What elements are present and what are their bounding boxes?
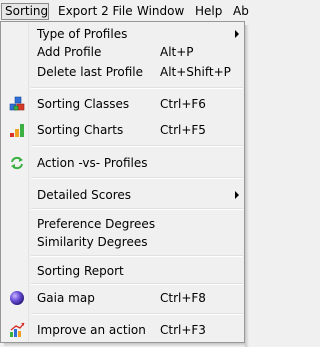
- sorting-dropdown-menu: Type of Profiles Add Profile Alt+P Delet…: [0, 21, 245, 343]
- menu-item-label: Delete last Profile: [37, 65, 144, 79]
- menu-item-label: Sorting Report: [37, 264, 124, 278]
- menu-window[interactable]: Window: [137, 3, 184, 20]
- menu-sorting-label: Sorting: [5, 4, 49, 18]
- menu-item-gaia-map[interactable]: Gaia map Ctrl+F8: [3, 288, 243, 308]
- submenu-arrow-icon: [235, 30, 239, 38]
- menu-item-shortcut: Ctrl+F8: [160, 291, 206, 305]
- menu-item-label: Sorting Charts: [37, 123, 124, 137]
- menu-item-label: Type of Profiles: [37, 27, 128, 41]
- menu-item-sorting-classes[interactable]: Sorting Classes Ctrl+F6: [3, 94, 243, 114]
- menu-item-label: Add Profile: [37, 45, 102, 59]
- menu-separator: [31, 87, 243, 89]
- menu-item-shortcut: Ctrl+F6: [160, 97, 206, 111]
- menu-separator: [31, 177, 243, 179]
- refresh-arrows-icon: [9, 155, 25, 171]
- menu-item-shortcut: Ctrl+F5: [160, 123, 206, 137]
- menu-separator: [31, 208, 243, 210]
- menu-item-delete-last-profile[interactable]: Delete last Profile Alt+Shift+P: [3, 62, 243, 82]
- menu-shadow-right: [245, 25, 249, 347]
- menu-help-label: Help: [195, 4, 223, 18]
- menu-item-shortcut: Alt+Shift+P: [160, 65, 231, 79]
- sorting-classes-icon: [9, 96, 25, 112]
- menu-item-preference-degrees[interactable]: Preference Degrees: [3, 214, 243, 234]
- menu-item-label: Gaia map: [37, 291, 95, 305]
- menu-item-shortcut: Alt+P: [160, 45, 194, 59]
- menu-item-shortcut: Ctrl+F3: [160, 323, 206, 337]
- menu-item-similarity-degrees[interactable]: Similarity Degrees: [3, 232, 243, 252]
- menu-export-2-file[interactable]: Export 2 File: [58, 3, 133, 20]
- menu-item-detailed-scores[interactable]: Detailed Scores: [3, 185, 243, 205]
- bar-chart-icon: [9, 122, 25, 138]
- menu-export-2-file-label: Export 2 File: [58, 4, 133, 18]
- menu-item-label: Detailed Scores: [37, 188, 132, 202]
- menu-item-label: Similarity Degrees: [37, 235, 148, 249]
- menu-help[interactable]: Help: [195, 3, 222, 20]
- menu-item-label: Action -vs- Profiles: [37, 156, 148, 170]
- menu-item-type-of-profiles[interactable]: Type of Profiles: [3, 24, 243, 44]
- menu-item-sorting-charts[interactable]: Sorting Charts Ctrl+F5: [3, 120, 243, 140]
- menu-item-action-vs-profiles[interactable]: Action -vs- Profiles: [3, 153, 243, 173]
- menu-item-improve-an-action[interactable]: Improve an action Ctrl+F3: [3, 320, 243, 340]
- menu-about-label: Ab: [233, 4, 249, 18]
- submenu-arrow-icon: [235, 191, 239, 199]
- menu-about[interactable]: Ab: [233, 3, 249, 20]
- menu-item-label: Preference Degrees: [37, 217, 156, 231]
- menu-item-add-profile[interactable]: Add Profile Alt+P: [3, 42, 243, 62]
- menu-bar: Sorting Export 2 File Window Help Ab: [0, 0, 249, 22]
- menu-shadow-bottom: [4, 343, 245, 347]
- menu-sorting[interactable]: Sorting: [1, 3, 49, 20]
- menu-separator: [31, 313, 243, 315]
- menu-window-label: Window: [137, 4, 185, 18]
- menu-item-sorting-report[interactable]: Sorting Report: [3, 261, 243, 281]
- menu-separator: [31, 255, 243, 257]
- menu-item-label: Sorting Classes: [37, 97, 130, 111]
- menu-item-label: Improve an action: [37, 323, 146, 337]
- globe-icon: [9, 290, 25, 306]
- menu-separator: [31, 283, 243, 285]
- menu-separator: [31, 145, 243, 147]
- improve-chart-icon: [9, 322, 25, 338]
